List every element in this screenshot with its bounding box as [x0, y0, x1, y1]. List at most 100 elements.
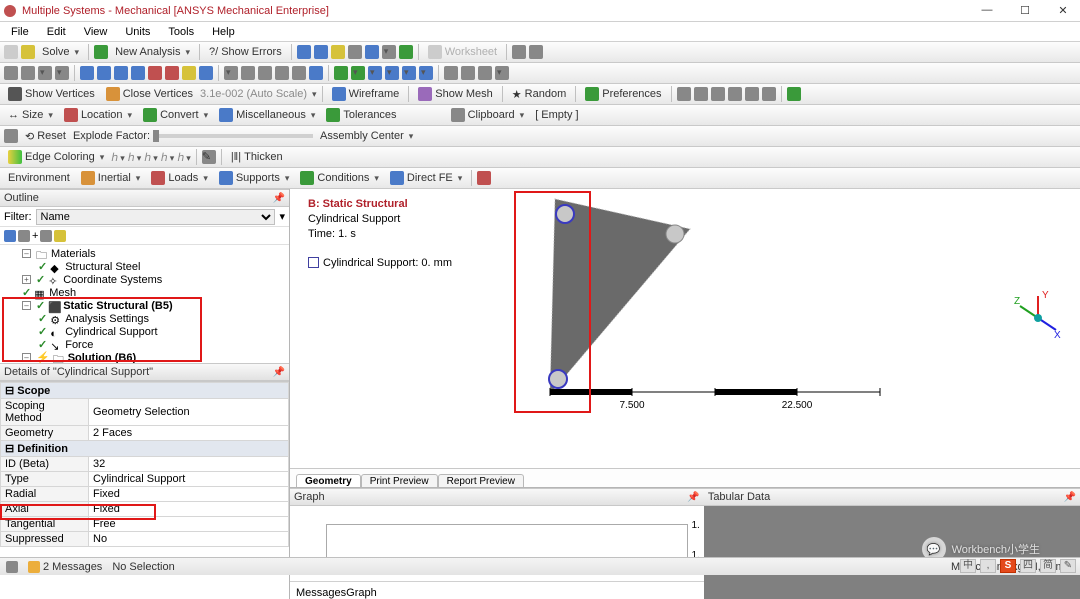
view-icon[interactable]: [419, 66, 433, 80]
geometry-value[interactable]: 2 Faces: [89, 426, 289, 441]
directfe-button[interactable]: Direct FE: [386, 169, 466, 187]
pan-icon[interactable]: [241, 66, 255, 80]
filter-select[interactable]: Name: [36, 209, 276, 225]
tree-icon[interactable]: [40, 230, 52, 242]
pin-icon[interactable]: 📌: [687, 492, 699, 503]
sel-icon[interactable]: [182, 66, 196, 80]
tool-icon[interactable]: [382, 45, 396, 59]
tool-icon[interactable]: [348, 45, 362, 59]
show-errors-button[interactable]: ?/ Show Errors: [205, 44, 286, 60]
tree-cyl[interactable]: ✓◐Cylindrical Support: [4, 325, 287, 338]
sel-vertex-icon[interactable]: [80, 66, 94, 80]
sel-face-icon[interactable]: [114, 66, 128, 80]
view-icon[interactable]: [478, 66, 492, 80]
ime-btn[interactable]: 简: [1040, 559, 1056, 573]
pin-icon[interactable]: 📌: [273, 193, 285, 204]
tolerances-button[interactable]: Tolerances: [322, 106, 400, 124]
edge-opt[interactable]: ℎ: [128, 151, 142, 164]
tangential-value[interactable]: Free: [89, 517, 289, 532]
view-icon[interactable]: [495, 66, 509, 80]
tool-icon[interactable]: [529, 45, 543, 59]
zoom-icon[interactable]: [258, 66, 272, 80]
tree-analysis[interactable]: ✓⚙Analysis Settings: [4, 312, 287, 325]
tab-print-preview[interactable]: Print Preview: [361, 474, 438, 488]
menu-file[interactable]: File: [6, 24, 34, 40]
tool-icon[interactable]: [365, 45, 379, 59]
view-icon[interactable]: [402, 66, 416, 80]
tree-mesh[interactable]: ✓▦Mesh: [4, 286, 287, 299]
misc-button[interactable]: Miscellaneous: [215, 106, 319, 124]
tool-icon[interactable]: [297, 45, 311, 59]
axis-icon[interactable]: [745, 87, 759, 101]
sel-icon[interactable]: [199, 66, 213, 80]
menu-view[interactable]: View: [79, 24, 113, 40]
zoom-fit-icon[interactable]: [292, 66, 306, 80]
sel-icon[interactable]: [38, 66, 52, 80]
tree-static[interactable]: –✓⬛Static Structural (B5): [4, 299, 287, 312]
scoping-method-value[interactable]: Geometry Selection: [89, 399, 289, 426]
tree-icon[interactable]: [4, 230, 16, 242]
axis-icon[interactable]: [787, 87, 801, 101]
sb-messages[interactable]: 2 Messages: [28, 561, 102, 573]
orientation-triad[interactable]: Y X Z: [1014, 290, 1062, 338]
tree-solution[interactable]: –⚡🗀Solution (B6): [4, 351, 287, 363]
tool-icon[interactable]: [399, 45, 413, 59]
radial-value[interactable]: Fixed: [89, 487, 289, 502]
menu-help[interactable]: Help: [207, 24, 240, 40]
axis-icon[interactable]: [694, 87, 708, 101]
show-mesh-button[interactable]: Show Mesh: [414, 85, 496, 103]
rotate-icon[interactable]: [224, 66, 238, 80]
menu-edit[interactable]: Edit: [42, 24, 71, 40]
graphics-viewport[interactable]: B: Static Structural Cylindrical Support…: [290, 189, 1080, 468]
ime-btn[interactable]: 四: [1020, 559, 1036, 573]
suppressed-value[interactable]: No: [89, 532, 289, 547]
pin-icon[interactable]: 📌: [273, 367, 285, 378]
explode-slider[interactable]: [153, 134, 313, 138]
sel-elem-icon[interactable]: [165, 66, 179, 80]
tab-messages[interactable]: Messages: [296, 587, 346, 599]
close-vertices-button[interactable]: Close Vertices: [102, 85, 197, 103]
loads-button[interactable]: Loads: [147, 169, 212, 187]
tree-coord[interactable]: +✓✧Coordinate Systems: [4, 273, 287, 286]
preferences-button[interactable]: Preferences: [581, 85, 665, 103]
minimize-button[interactable]: —: [974, 4, 1000, 17]
edge-opt[interactable]: ℎ: [161, 151, 175, 164]
axial-value[interactable]: Fixed: [89, 502, 289, 517]
edge-opt[interactable]: ℎ: [144, 151, 158, 164]
type-value[interactable]: Cylindrical Support: [89, 472, 289, 487]
axis-icon[interactable]: [762, 87, 776, 101]
view-icon[interactable]: [444, 66, 458, 80]
size-button[interactable]: ↔ Size: [4, 107, 57, 123]
filter-dropdown-icon[interactable]: ▾: [279, 210, 285, 223]
tool-icon[interactable]: [314, 45, 328, 59]
sel-icon[interactable]: [4, 66, 18, 80]
sel-icon[interactable]: [21, 66, 35, 80]
location-button[interactable]: Location: [60, 106, 136, 124]
back-icon[interactable]: [4, 45, 18, 59]
solve-button[interactable]: Solve: [38, 44, 83, 60]
lightning-icon[interactable]: [21, 45, 35, 59]
maximize-button[interactable]: ☐: [1012, 4, 1038, 17]
edge-opt[interactable]: ℎ: [177, 151, 191, 164]
tree-icon[interactable]: [54, 230, 66, 242]
tab-report-preview[interactable]: Report Preview: [438, 474, 524, 488]
axis-icon[interactable]: [728, 87, 742, 101]
axis-icon[interactable]: [711, 87, 725, 101]
pen-icon[interactable]: ✎: [202, 150, 216, 164]
autoscale-dd[interactable]: [310, 88, 317, 100]
random-button[interactable]: ★ Random: [508, 86, 570, 103]
sel-edge-icon[interactable]: [97, 66, 111, 80]
menu-units[interactable]: Units: [120, 24, 155, 40]
supports-button[interactable]: Supports: [215, 169, 294, 187]
ime-btn[interactable]: ,: [980, 559, 996, 573]
tab-graph[interactable]: Graph: [346, 587, 377, 599]
sel-node-icon[interactable]: [148, 66, 162, 80]
tree-icon[interactable]: [18, 230, 30, 242]
tab-geometry[interactable]: Geometry: [296, 474, 361, 488]
thicken-button[interactable]: |‖| Thicken: [227, 149, 287, 165]
reset-button[interactable]: ⟲ Reset: [21, 128, 70, 145]
view-icon[interactable]: [351, 66, 365, 80]
sel-body-icon[interactable]: [131, 66, 145, 80]
view-icon[interactable]: [334, 66, 348, 80]
axis-icon[interactable]: [677, 87, 691, 101]
